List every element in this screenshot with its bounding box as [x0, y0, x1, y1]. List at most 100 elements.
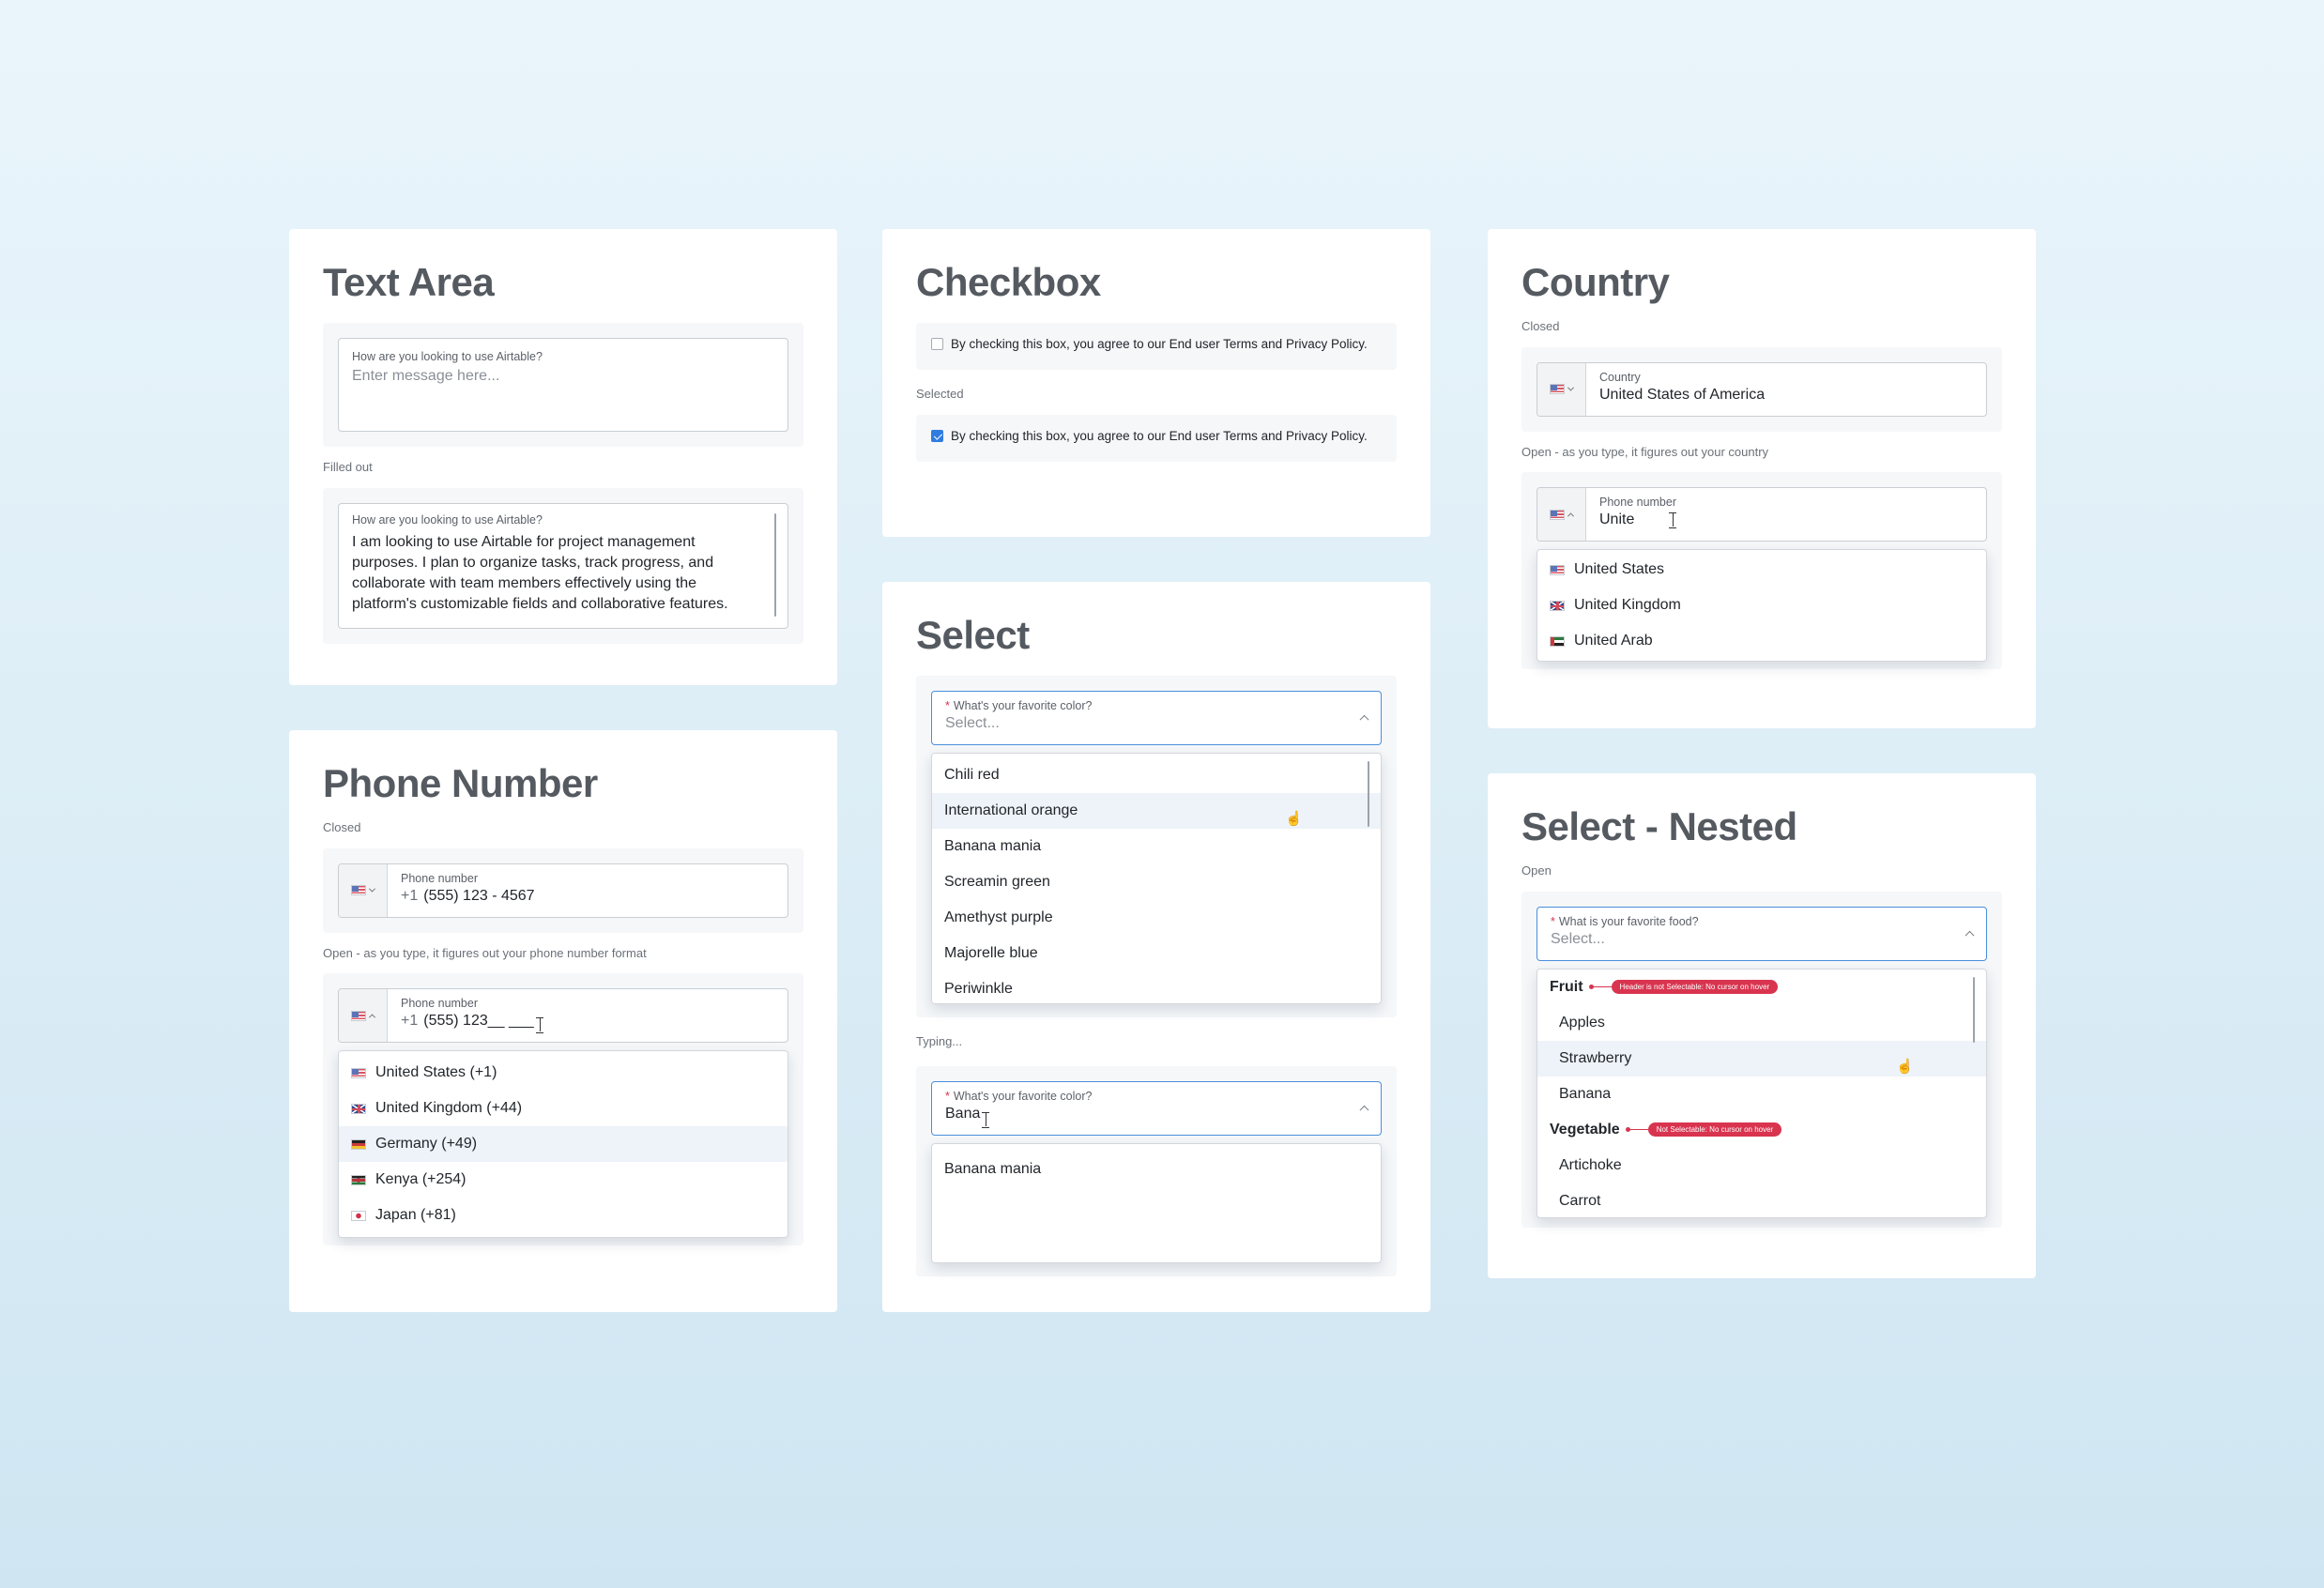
- phone-closed-field[interactable]: Phone number +1 (555) 123 - 4567: [338, 863, 788, 918]
- textarea-empty-field[interactable]: How are you looking to use Airtable? Ent…: [338, 338, 788, 432]
- dropdown-option[interactable]: Periwinkle: [932, 971, 1381, 1003]
- textarea-line: collaborate with team members effectivel…: [352, 574, 696, 591]
- country-open-wrap: Phone number Unite United States United …: [1521, 472, 2002, 670]
- textarea-title: Text Area: [323, 260, 495, 304]
- select-label: What's your favorite color?: [953, 699, 1093, 712]
- textarea-card: Text Area How are you looking to use Air…: [289, 229, 837, 685]
- dropdown-option[interactable]: United Arab: [1537, 623, 1986, 659]
- us-flag-icon: [351, 885, 366, 896]
- option-label: Kenya (+254): [375, 1171, 466, 1188]
- country-code-selector[interactable]: [339, 989, 388, 1043]
- checkbox-unchecked[interactable]: [931, 338, 943, 350]
- select-typing-wrap: * What's your favorite color? Bana Banana…: [916, 1065, 1397, 1276]
- select-card: Select * What's your favorite color? Sele…: [882, 582, 1430, 1312]
- country-title: Country: [1521, 260, 1670, 304]
- dropdown-option[interactable]: Artichoke: [1537, 1148, 1986, 1183]
- textarea-scrollbar[interactable]: [773, 512, 776, 617]
- group-header-fruit: Fruit Header is not Selectable: No curso…: [1537, 970, 1986, 1005]
- checkbox-card: Checkbox By checking this box, you agree…: [882, 229, 1430, 537]
- dropdown-option[interactable]: Majorelle blue: [932, 936, 1381, 971]
- phone-number: (555) 123 - 4567: [423, 887, 535, 904]
- nested-open-caption: Open: [1521, 863, 1552, 878]
- select-placeholder: Select...: [1551, 930, 1605, 947]
- chevron-up-icon: [368, 1014, 376, 1021]
- chevron-up-icon: [1567, 512, 1575, 520]
- annotation-connector: [1588, 984, 1612, 991]
- checkbox-label: By checking this box, you agree to our E…: [951, 428, 1368, 443]
- dropdown-option[interactable]: Banana: [1537, 1076, 1986, 1112]
- dropdown-option[interactable]: United Kingdom (+44): [339, 1091, 787, 1126]
- uk-flag-icon: [1550, 600, 1565, 611]
- germany-flag-icon: [351, 1138, 366, 1150]
- dropdown-option[interactable]: Banana mania: [932, 829, 1381, 864]
- textarea-empty-wrap: How are you looking to use Airtable? Ent…: [323, 323, 803, 447]
- textarea-filled-text: I am looking to use Airtable for project…: [352, 532, 774, 615]
- chevron-down-icon: [368, 885, 376, 893]
- checkbox-row-checked[interactable]: By checking this box, you agree to our E…: [931, 428, 1382, 445]
- country-flag-selector[interactable]: [1537, 362, 1586, 416]
- phone-closed-label: Phone number: [401, 871, 479, 885]
- country-flag-selector[interactable]: [1537, 488, 1586, 542]
- select-open-wrap: * What's your favorite color? Select... C…: [916, 676, 1397, 1017]
- phone-prefix: +1: [401, 1013, 419, 1030]
- dropdown-option[interactable]: United States (+1): [339, 1055, 787, 1091]
- group-header-vegetable: Vegetable Not Selectable: No cursor on h…: [1537, 1112, 1986, 1148]
- food-select-field[interactable]: * What is your favorite food? Select...: [1537, 906, 1987, 961]
- select-label: What is your favorite food?: [1558, 914, 1699, 928]
- country-open-value: Unite: [1599, 512, 1635, 528]
- phone-card: Phone Number Closed Phone number +1 (555)…: [289, 730, 837, 1312]
- dropdown-option[interactable]: Germany (+49): [339, 1126, 787, 1163]
- required-asterisk: *: [945, 1089, 950, 1103]
- country-closed-field[interactable]: Country United States of America: [1537, 361, 1987, 417]
- phone-open-label: Phone number: [401, 997, 479, 1011]
- us-flag-icon: [1550, 509, 1565, 520]
- phone-title: Phone Number: [323, 761, 598, 805]
- dropdown-option[interactable]: Apples: [1537, 1005, 1986, 1041]
- option-label: United Kingdom: [1574, 597, 1681, 614]
- checkbox-unchecked-wrap: By checking this box, you agree to our E…: [916, 323, 1397, 371]
- checkbox-label: By checking this box, you agree to our E…: [951, 337, 1368, 351]
- dropdown-option[interactable]: United States: [1537, 552, 1986, 588]
- select-title: Select: [916, 613, 1030, 657]
- country-open-field[interactable]: Phone number Unite: [1537, 487, 1987, 542]
- dropdown-option[interactable]: Kenya (+254): [339, 1162, 787, 1198]
- dropdown-option[interactable]: International orange: [932, 793, 1381, 829]
- dropdown-option[interactable]: Carrot: [1537, 1183, 1986, 1217]
- select-typing-caption: Typing...: [916, 1034, 963, 1048]
- checkbox-selected-caption: Selected: [916, 387, 964, 402]
- dropdown-option[interactable]: Strawberry: [1537, 1040, 1986, 1076]
- japan-flag-icon: [351, 1210, 366, 1221]
- dropdown-option[interactable]: Chili red: [932, 757, 1381, 793]
- dropdown-option[interactable]: Screamin green: [932, 864, 1381, 900]
- group-header-label: Vegetable: [1550, 1121, 1620, 1138]
- dropdown-option[interactable]: United Kingdom: [1537, 588, 1986, 623]
- annotation-pill: Not Selectable: No cursor on hover: [1625, 1122, 1782, 1138]
- phone-open-field[interactable]: Phone number +1 (555) 123__ ___: [338, 988, 788, 1044]
- textarea-filled-field[interactable]: How are you looking to use Airtable? I a…: [338, 502, 788, 629]
- color-typing-field[interactable]: * What's your favorite color? Bana: [931, 1080, 1382, 1136]
- phone-open-caption: Open - as you type, it figures out your …: [323, 945, 647, 960]
- us-flag-icon: [1550, 384, 1565, 395]
- annotation-connector: [1625, 1126, 1648, 1134]
- chevron-down-icon: [1567, 384, 1575, 391]
- checkbox-row-unchecked[interactable]: By checking this box, you agree to our E…: [931, 336, 1382, 353]
- textarea-line: purposes. I plan to organize tasks, trac…: [352, 554, 714, 571]
- select-placeholder: Select...: [945, 715, 1000, 731]
- us-flag-icon: [1550, 564, 1565, 575]
- dropdown-option[interactable]: Japan (+81): [339, 1198, 787, 1233]
- color-select-field[interactable]: * What's your favorite color? Select...: [931, 691, 1382, 745]
- phone-country-dropdown: United States (+1) United Kingdom (+44) …: [338, 1050, 788, 1239]
- phone-prefix: +1: [401, 887, 419, 904]
- dropdown-scrollbar[interactable]: [1367, 761, 1369, 827]
- dropdown-scrollbar[interactable]: [1972, 976, 1975, 1043]
- textarea-filled-label: How are you looking to use Airtable?: [352, 512, 543, 527]
- checkbox-checked[interactable]: [931, 429, 943, 442]
- textarea-line: I am looking to use Airtable for project…: [352, 533, 696, 550]
- annotation-pill: Header is not Selectable: No cursor on h…: [1588, 980, 1779, 995]
- country-code-selector[interactable]: [339, 863, 388, 917]
- dropdown-option[interactable]: Amethyst purple: [932, 900, 1381, 936]
- pointer-cursor-icon: ☝: [1896, 1058, 1914, 1075]
- dropdown-option[interactable]: Banana mania: [932, 1152, 1381, 1187]
- country-dropdown: United States United Kingdom United Arab: [1537, 549, 1987, 663]
- text-cursor-icon: [982, 1111, 989, 1128]
